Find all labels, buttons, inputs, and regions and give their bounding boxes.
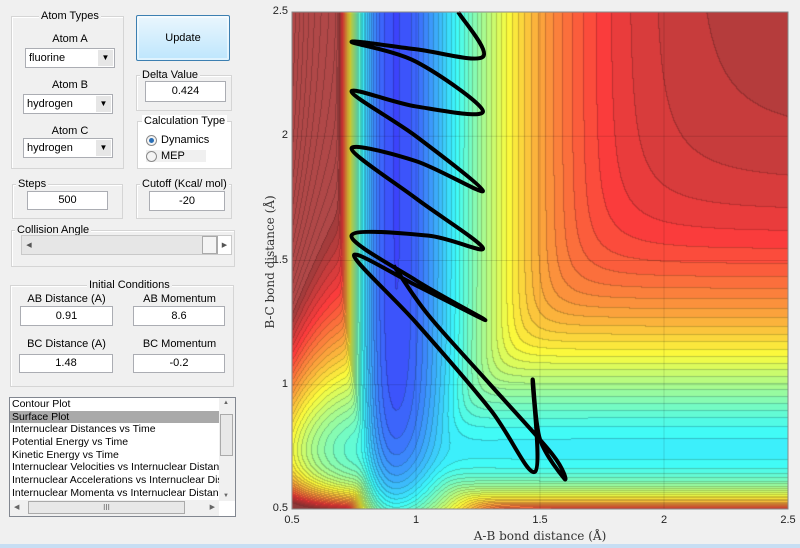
ab-distance-input[interactable]: 0.91 (20, 306, 113, 326)
atom-a-value: fluorine (29, 52, 66, 64)
atom-b-value: hydrogen (27, 98, 73, 110)
radio-selected-icon (146, 134, 157, 146)
chevron-down-icon[interactable]: ▼ (96, 140, 111, 156)
delta-value-input[interactable]: 0.424 (145, 81, 226, 102)
y-tick-label: 0.5 (272, 502, 288, 514)
x-tick-label: 2.5 (780, 514, 796, 526)
list-item-kinetic-time[interactable]: Kinetic Energy vs Time (10, 449, 219, 462)
collision-angle-slider[interactable]: ◀ ▶ (21, 235, 232, 255)
y-tick-label: 2.5 (272, 5, 288, 17)
atom-c-value: hydrogen (27, 142, 73, 154)
ab-momentum-label: AB Momentum (143, 293, 216, 305)
ab-distance-label: AB Distance (A) (27, 293, 106, 305)
x-tick-label: 0.5 (284, 514, 300, 526)
bc-distance-input[interactable]: 1.48 (19, 354, 113, 373)
ab-momentum-input[interactable]: 8.6 (133, 306, 225, 326)
delta-value-title: Delta Value (140, 69, 201, 81)
initial-conditions-title: Initial Conditions (87, 279, 172, 291)
radio-unselected-icon (146, 150, 157, 162)
y-tick-label: 2 (281, 129, 288, 142)
plot-type-listbox[interactable]: Contour Plot Surface Plot Internuclear D… (9, 397, 236, 517)
plot-type-items: Contour Plot Surface Plot Internuclear D… (10, 398, 235, 500)
x-tick-label: 1.5 (532, 514, 548, 526)
list-item-surface-plot[interactable]: Surface Plot (10, 410, 219, 424)
vertical-scrollbar[interactable]: ▲ ▼ (219, 398, 235, 501)
list-item-distances-time[interactable]: Internuclear Distances vs Time (10, 423, 219, 436)
hscroll-thumb[interactable]: III (28, 501, 185, 514)
bc-distance-label: BC Distance (A) (27, 338, 106, 350)
update-button[interactable]: Update (136, 15, 230, 61)
x-tick-label: 2 (660, 514, 668, 526)
slider-thumb[interactable] (202, 236, 217, 254)
atom-a-label: Atom A (52, 33, 88, 45)
steps-title: Steps (16, 178, 49, 190)
y-axis-label: B-C bond distance (Å) (263, 195, 277, 329)
scroll-down-icon[interactable]: ▼ (223, 493, 229, 499)
scroll-left-icon[interactable]: ◀ (14, 503, 19, 511)
atom-a-dropdown[interactable]: fluorine ▼ (25, 48, 115, 68)
horizontal-scrollbar[interactable]: ◀ III ▶ (10, 500, 219, 516)
list-item-velocities[interactable]: Internuclear Velocities vs Internuclear … (10, 461, 230, 474)
calculation-type-title: Calculation Type (142, 115, 228, 127)
x-axis-label: A-B bond distance (Å) (473, 529, 607, 543)
cutoff-title: Cutoff (Kcal/ mol) (140, 178, 229, 190)
chevron-down-icon[interactable]: ▼ (96, 96, 111, 112)
dynamics-radio[interactable]: Dynamics (146, 134, 209, 146)
scroll-right-icon[interactable]: ▶ (217, 236, 231, 254)
steps-input[interactable]: 500 (27, 191, 108, 210)
scroll-thumb[interactable] (220, 414, 233, 456)
x-tick-label: 1 (412, 514, 420, 526)
potential-energy-contour-plot (292, 12, 788, 509)
scroll-right-icon[interactable]: ▶ (210, 503, 215, 511)
scroll-left-icon[interactable]: ◀ (22, 236, 36, 254)
chevron-down-icon[interactable]: ▼ (98, 50, 113, 66)
scroll-up-icon[interactable]: ▲ (223, 400, 229, 406)
atom-b-label: Atom B (51, 79, 89, 91)
list-item-accelerations[interactable]: Internuclear Accelerations vs Internucle… (10, 474, 235, 487)
bc-momentum-input[interactable]: -0.2 (133, 354, 225, 373)
mep-radio[interactable]: MEP (146, 150, 206, 162)
dynamics-label: Dynamics (161, 134, 210, 146)
atom-c-dropdown[interactable]: hydrogen ▼ (23, 138, 113, 158)
atom-b-dropdown[interactable]: hydrogen ▼ (23, 94, 113, 114)
atom-types-title: Atom Types (39, 10, 101, 22)
atom-c-label: Atom C (51, 125, 89, 137)
list-item-contour-plot[interactable]: Contour Plot (10, 398, 219, 411)
mep-label: MEP (161, 150, 185, 162)
y-tick-label: 1 (281, 377, 288, 390)
bc-momentum-label: BC Momentum (142, 338, 217, 350)
cutoff-input[interactable]: -20 (149, 191, 225, 211)
window-bottom-border (0, 544, 800, 548)
list-item-momenta[interactable]: Internuclear Momenta vs Internuclear Dis… (10, 487, 230, 500)
list-item-potential-time[interactable]: Potential Energy vs Time (10, 436, 219, 449)
